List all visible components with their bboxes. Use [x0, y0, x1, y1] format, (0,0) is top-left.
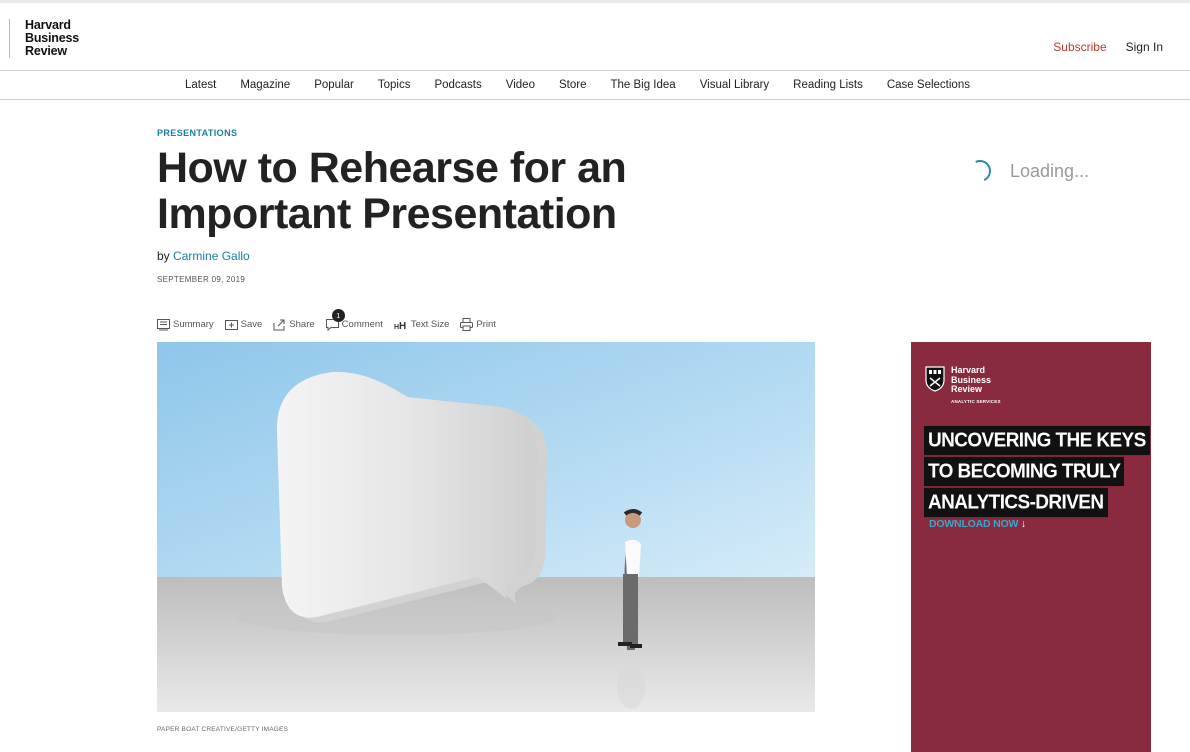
nav-item-store[interactable]: Store — [559, 79, 587, 91]
nav-item-topics[interactable]: Topics — [378, 79, 411, 91]
comment-count-badge: 1 — [331, 309, 345, 322]
save-button[interactable]: Save — [224, 318, 263, 331]
ad-brand-line-2: Business — [951, 374, 992, 385]
byline: by Carmine Gallo — [157, 249, 250, 263]
loading-text: Loading... — [1010, 160, 1090, 181]
spinner-icon — [965, 156, 995, 186]
nav-item-visual-library[interactable]: Visual Library — [700, 79, 769, 91]
print-label: Print — [476, 319, 496, 330]
share-icon — [273, 319, 285, 330]
summary-icon — [157, 318, 170, 330]
text-size-label: Text Size — [410, 319, 450, 330]
topic-kicker[interactable]: PRESENTATIONS — [157, 128, 237, 138]
ad-hbr-logo: Harvard Business Review ANALYTIC SERVICE… — [925, 365, 1001, 406]
publish-date: SEPTEMBER 09, 2019 — [157, 275, 246, 284]
ad-cta-label: DOWNLOAD NOW — [929, 518, 1019, 530]
image-credit: PAPER BOAT CREATIVE/GETTY IMAGES — [157, 726, 289, 733]
top-rule — [0, 0, 1190, 3]
share-label: Share — [289, 319, 315, 330]
article-tools: Summary Save Share 1 Comment H H Text Si… — [157, 309, 507, 331]
ad-download-cta[interactable]: DOWNLOAD NOW ↓ — [929, 518, 1026, 530]
nav-item-big-idea[interactable]: The Big Idea — [610, 79, 675, 91]
save-label: Save — [240, 319, 263, 330]
ad-headline-line-2: TO BECOMING TRULY — [924, 456, 1125, 487]
nav-item-podcasts[interactable]: Podcasts — [434, 79, 481, 91]
nav-item-video[interactable]: Video — [506, 79, 535, 91]
text-size-button[interactable]: H H Text Size — [394, 318, 450, 331]
comment-button[interactable]: 1 Comment — [325, 309, 383, 331]
print-button[interactable]: Print — [460, 318, 496, 331]
print-icon — [460, 318, 474, 331]
header-actions: Subscribe Sign In — [1053, 40, 1163, 54]
share-button[interactable]: Share — [273, 318, 315, 331]
sign-in-link[interactable]: Sign In — [1126, 40, 1163, 54]
speech-bubble-illustration — [157, 342, 815, 712]
nav-list: Latest Magazine Popular Topics Podcasts … — [185, 79, 994, 91]
nav-item-reading-lists[interactable]: Reading Lists — [793, 79, 863, 91]
ad-headline-line-3: ANALYTICS-DRIVEN — [924, 487, 1108, 518]
loading-indicator: Loading... — [965, 156, 1090, 186]
summary-label: Summary — [173, 319, 214, 330]
nav-item-magazine[interactable]: Magazine — [240, 79, 290, 91]
svg-text:H: H — [399, 321, 406, 331]
ad-brand-sub: ANALYTIC SERVICES — [951, 398, 1001, 404]
ad-headline-line-1: UNCOVERING THE KEYS — [924, 425, 1150, 456]
nav-item-latest[interactable]: Latest — [185, 79, 216, 91]
subscribe-link[interactable]: Subscribe — [1053, 40, 1106, 54]
hbs-shield-icon — [925, 366, 945, 392]
nav-item-popular[interactable]: Popular — [314, 79, 354, 91]
ad-brand-line-1: Harvard — [951, 365, 986, 375]
hbr-logo[interactable]: Harvard Business Review — [9, 19, 79, 58]
ad-brand-line-3: Review — [951, 384, 983, 394]
save-icon — [224, 319, 238, 330]
hero-image — [157, 342, 815, 712]
comment-label: Comment — [341, 319, 383, 330]
arrow-down-icon: ↓ — [1020, 518, 1026, 530]
article-title: How to Rehearse for an Important Present… — [157, 144, 627, 238]
author-link[interactable]: Carmine Gallo — [173, 249, 250, 263]
nav-item-case-selections[interactable]: Case Selections — [887, 79, 970, 91]
ad-brand-text: Harvard Business Review ANALYTIC SERVICE… — [951, 365, 1001, 406]
logo-line-3: Review — [25, 44, 67, 58]
sidebar-ad[interactable]: Harvard Business Review ANALYTIC SERVICE… — [911, 342, 1151, 752]
main-nav: Latest Magazine Popular Topics Podcasts … — [0, 70, 1190, 100]
summary-button[interactable]: Summary — [157, 318, 214, 331]
byline-prefix: by — [157, 249, 170, 263]
text-size-icon: H H — [394, 321, 406, 331]
ad-headline: UNCOVERING THE KEYS TO BECOMING TRULY AN… — [924, 425, 1150, 520]
